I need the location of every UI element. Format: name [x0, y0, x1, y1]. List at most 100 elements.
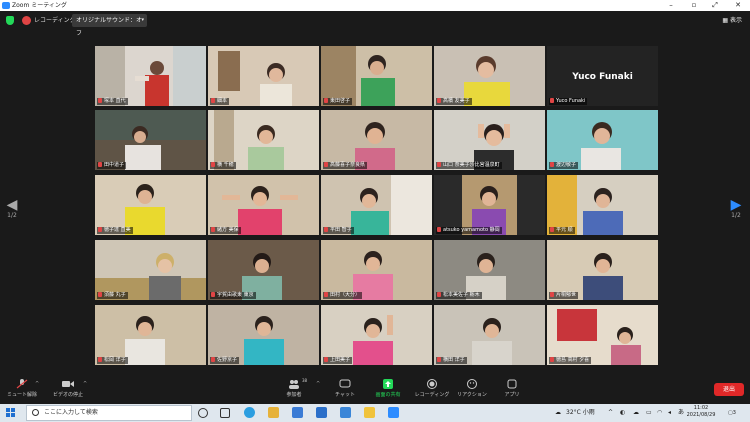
video-tile[interactable]: 宇賀由歌東 東京 — [208, 240, 319, 300]
mail-icon[interactable] — [316, 407, 327, 418]
video-tile[interactable]: 田中道子 — [95, 110, 206, 170]
video-tile[interactable]: 緒方 美保 — [208, 175, 319, 235]
system-clock[interactable]: 11:02 2021/08/29 — [681, 405, 721, 419]
video-tile[interactable]: 松岡 洋子 — [95, 305, 206, 365]
participant-video — [321, 305, 432, 365]
video-tile[interactable]: 徳子達 直美 — [95, 175, 206, 235]
video-tile[interactable]: 東田啓子 — [321, 46, 432, 106]
participant-name: Yuco Funaki — [549, 98, 588, 105]
fullscreen-button[interactable]: ⤢ — [704, 0, 726, 11]
volume-icon[interactable]: ◂ — [668, 404, 671, 422]
zoom-app-icon[interactable] — [388, 407, 399, 418]
muted-mic-icon — [324, 292, 328, 297]
video-tile[interactable]: 山口 奈美子沙比宮温泉町 — [434, 110, 545, 170]
prev-page-button[interactable]: ◀ 1/2 — [5, 198, 19, 219]
video-tile[interactable]: 須藤 丸子 — [95, 240, 206, 300]
reactions-button[interactable]: リアクション — [450, 379, 494, 398]
muted-mic-icon — [437, 98, 441, 103]
participants-options-caret[interactable]: ^ — [316, 381, 320, 387]
video-tile[interactable]: 高橋 友美子 — [434, 46, 545, 106]
record-button[interactable]: レコーディング — [410, 379, 454, 398]
edge-browser-icon[interactable] — [244, 407, 255, 418]
close-button[interactable]: ✕ — [727, 0, 749, 11]
video-options-caret[interactable]: ^ — [83, 381, 87, 387]
participants-button[interactable]: 参加者 — [272, 379, 316, 398]
muted-mic-icon — [211, 357, 215, 362]
network-icon[interactable]: ◐ — [620, 404, 625, 422]
participant-name: 横田 洋子 — [436, 357, 467, 364]
participant-name: 松本美佐子 栃木 — [436, 292, 482, 299]
participant-video — [208, 175, 319, 235]
audio-options-caret[interactable]: ^ — [35, 381, 39, 387]
video-tile[interactable]: 徳島 高村 夕喜 — [547, 305, 658, 365]
video-tile[interactable]: 片桐郁世 — [547, 240, 658, 300]
tray-overflow-icon[interactable]: ^ — [608, 404, 613, 422]
video-tile[interactable]: 佐野京子 — [208, 305, 319, 365]
store-icon[interactable] — [292, 407, 303, 418]
apps-button[interactable]: アプリ — [490, 379, 534, 398]
video-tile[interactable]: 渡辺敏子 — [547, 110, 658, 170]
cortana-icon[interactable] — [198, 408, 208, 418]
muted-mic-icon — [324, 227, 328, 232]
recording-icon — [22, 16, 31, 25]
battery-icon[interactable]: ▭ — [646, 404, 652, 422]
video-tile[interactable]: 塚本 直代 — [95, 46, 206, 106]
video-tile[interactable]: 細本 — [208, 46, 319, 106]
participant-video — [95, 305, 206, 365]
view-button[interactable]: ▦ 表示 — [722, 15, 742, 27]
leave-meeting-button[interactable]: 退出 — [714, 383, 744, 396]
participant-video — [321, 46, 432, 106]
wifi-icon[interactable]: ◠ — [657, 404, 662, 422]
video-tile[interactable]: 松本美佐子 栃木 — [434, 240, 545, 300]
muted-mic-icon — [324, 357, 328, 362]
muted-mic-icon — [437, 227, 441, 232]
taskbar-search-box[interactable]: ここに入力して検索 — [26, 405, 192, 421]
original-sound-button[interactable]: オリジナルサウンド：オフ ▾ — [72, 14, 147, 37]
participant-video — [547, 175, 658, 235]
video-tile[interactable]: atsuko yamamoto 静岡 — [434, 175, 545, 235]
muted-mic-icon — [98, 357, 102, 362]
participant-name: 佐野京子 — [210, 357, 240, 364]
muted-mic-icon — [550, 227, 554, 232]
video-tile[interactable]: 高藤喜子奈良県 — [321, 110, 432, 170]
windows-taskbar: ここに入力して検索 ☁ 32°C 小雨 ^ ◐ ☁ ▭ ◠ ◂ あ 11:02 … — [0, 404, 750, 422]
weather-icon[interactable]: ☁ — [555, 404, 561, 422]
onedrive-icon[interactable]: ☁ — [633, 404, 639, 422]
participant-name: 平元 順 — [549, 227, 575, 234]
window-titlebar: Zoom ミーティング – ▫ ⤢ ✕ — [0, 0, 750, 11]
share-screen-button[interactable]: 画面の共有 — [366, 379, 410, 398]
unmute-label: ミュート解除 — [6, 392, 37, 398]
video-tile[interactable]: 横田 洋子 — [434, 305, 545, 365]
weather-text[interactable]: 32°C 小雨 — [566, 404, 595, 422]
task-view-icon[interactable] — [220, 408, 230, 418]
video-tile[interactable]: 平田 智子 — [321, 175, 432, 235]
notification-center-icon[interactable]: ▢3 — [728, 404, 736, 422]
participants-icon — [289, 380, 299, 389]
video-tile[interactable]: 平元 順 — [547, 175, 658, 235]
search-icon — [32, 409, 39, 416]
participant-video — [95, 46, 206, 106]
participant-name: 山口 奈美子沙比宮温泉町 — [436, 162, 502, 169]
video-tile[interactable]: 横 千穂 — [208, 110, 319, 170]
participant-video — [95, 240, 206, 300]
muted-mic-icon — [550, 162, 554, 167]
restore-button[interactable]: ▫ — [683, 0, 705, 11]
muted-mic-icon — [550, 357, 554, 362]
muted-mic-icon — [550, 98, 554, 103]
video-tile[interactable]: Yuco Funaki Yuco Funaki — [547, 46, 658, 106]
next-page-button[interactable]: ▶ 1/2 — [729, 198, 743, 219]
file-explorer-icon[interactable] — [268, 407, 279, 418]
photos-icon[interactable] — [340, 407, 351, 418]
video-tile[interactable]: 田村（大分） — [321, 240, 432, 300]
video-tile[interactable]: 上田美子 — [321, 305, 432, 365]
participant-video — [434, 240, 545, 300]
windows-start-icon[interactable] — [6, 408, 16, 418]
minimize-button[interactable]: – — [660, 0, 682, 11]
folder-icon[interactable] — [364, 407, 375, 418]
participant-video — [95, 175, 206, 235]
security-shield-icon[interactable] — [6, 16, 14, 25]
muted-mic-icon — [437, 357, 441, 362]
participant-video — [547, 240, 658, 300]
participant-video — [208, 305, 319, 365]
chat-button[interactable]: チャット — [323, 379, 367, 398]
